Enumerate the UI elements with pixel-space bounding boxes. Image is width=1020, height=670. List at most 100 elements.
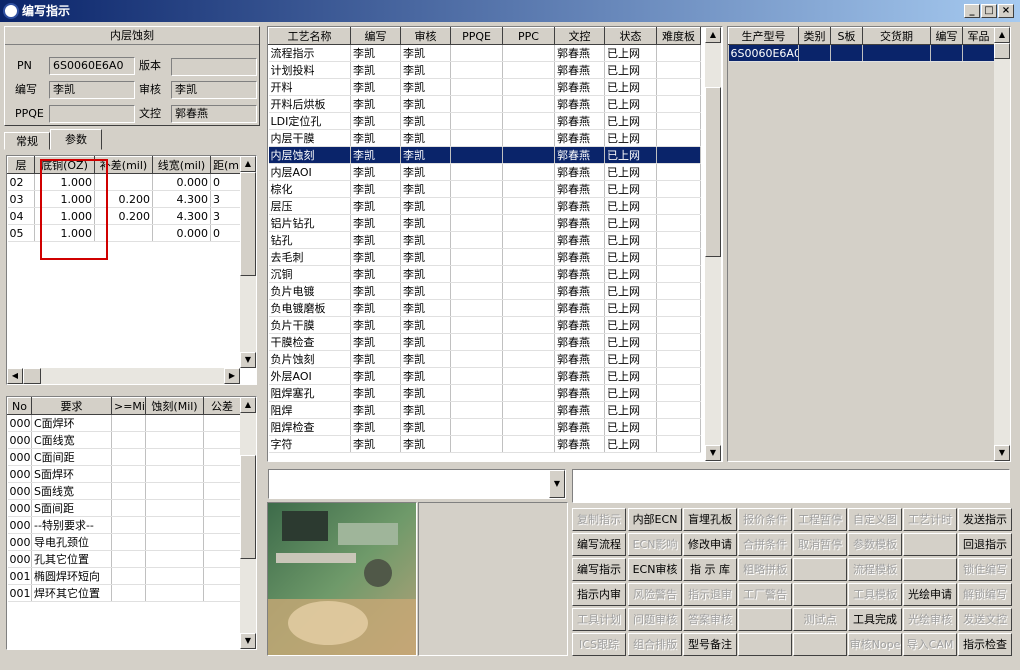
scroll-thumb[interactable] xyxy=(240,172,256,276)
scroll-up-button[interactable]: ▲ xyxy=(240,397,256,413)
process-row[interactable]: 开料 李凯 李凯 郭春燕 已上网 xyxy=(268,78,701,96)
process-row[interactable]: 外层AOI 李凯 李凯 郭春燕 已上网 xyxy=(268,367,701,385)
process-row[interactable]: 内层AOI 李凯 李凯 郭春燕 已上网 xyxy=(268,163,701,181)
requirement-row[interactable]: 000 C面线宽 xyxy=(7,431,241,449)
action-button[interactable]: 指示退审 xyxy=(683,583,737,606)
action-button[interactable]: 盲埋孔板 xyxy=(683,508,737,531)
prod-column-header[interactable]: 类别 xyxy=(798,27,831,45)
scroll-up-button[interactable]: ▲ xyxy=(240,156,256,172)
action-button[interactable]: 粗略拼板 xyxy=(738,558,792,581)
action-button[interactable]: 工程暂停 xyxy=(793,508,847,531)
production-vscroll[interactable]: ▲ ▼ xyxy=(994,27,1010,461)
process-row[interactable]: 负电镀磨板 李凯 李凯 郭春燕 已上网 xyxy=(268,299,701,317)
process-row[interactable]: 层压 李凯 李凯 郭春燕 已上网 xyxy=(268,197,701,215)
requirement-row[interactable]: 000 S面间距 xyxy=(7,499,241,517)
tab-parameters[interactable]: 参数 xyxy=(50,129,102,150)
process-row[interactable]: 开料后烘板 李凯 李凯 郭春燕 已上网 xyxy=(268,95,701,113)
param-vscroll[interactable]: ▲ ▼ xyxy=(240,156,256,368)
chevron-down-icon[interactable]: ▼ xyxy=(549,470,565,498)
action-button[interactable]: ECN影响 xyxy=(628,533,682,556)
action-button[interactable]: 工具完成 xyxy=(848,608,902,631)
action-button[interactable]: 锁住编写 xyxy=(958,558,1012,581)
action-button[interactable]: 回退指示 xyxy=(958,533,1012,556)
process-row[interactable]: LDI定位孔 李凯 李凯 郭春燕 已上网 xyxy=(268,112,701,130)
action-button[interactable]: 报价条件 xyxy=(738,508,792,531)
doc-control-field[interactable]: 郭春燕 xyxy=(171,105,257,123)
req-column-header[interactable]: 要求 xyxy=(31,397,112,415)
action-button[interactable]: 编写流程 xyxy=(572,533,626,556)
action-button[interactable]: 解锁编写 xyxy=(958,583,1012,606)
hscroll-thumb[interactable] xyxy=(23,368,41,384)
note-input[interactable] xyxy=(572,469,1010,503)
action-button[interactable]: 审核Nope xyxy=(848,633,902,656)
action-button[interactable]: 光绘申请 xyxy=(903,583,957,606)
proc-column-header[interactable]: 文控 xyxy=(554,27,605,45)
param-hscroll[interactable]: ◀ ▶ xyxy=(7,368,240,384)
action-button[interactable]: 修改申请 xyxy=(683,533,737,556)
scroll-thumb[interactable] xyxy=(705,87,721,257)
req-column-header[interactable]: 蚀刻(Mil) xyxy=(145,397,204,415)
ppqe-field[interactable] xyxy=(49,105,135,123)
action-button[interactable]: 导入CAM xyxy=(903,633,957,656)
close-button[interactable]: × xyxy=(998,4,1014,18)
requirement-row[interactable]: 000 --特别要求-- xyxy=(7,516,241,534)
action-button[interactable]: 组合排版 xyxy=(628,633,682,656)
process-row[interactable]: 干膜检查 李凯 李凯 郭春燕 已上网 xyxy=(268,333,701,351)
step-combo[interactable]: ▼ xyxy=(268,469,566,499)
version-field[interactable] xyxy=(171,58,257,76)
process-row[interactable]: 字符 李凯 李凯 郭春燕 已上网 xyxy=(268,435,701,453)
action-button[interactable]: 光绘审核 xyxy=(903,608,957,631)
requirement-row[interactable]: 000 孔其它位置 xyxy=(7,550,241,568)
scroll-left-button[interactable]: ◀ xyxy=(7,368,23,384)
process-vscroll[interactable]: ▲ ▼ xyxy=(705,27,721,461)
action-button[interactable]: 发送指示 xyxy=(958,508,1012,531)
scroll-thumb[interactable] xyxy=(994,43,1010,59)
process-row[interactable]: 阻焊 李凯 李凯 郭春燕 已上网 xyxy=(268,401,701,419)
prod-column-header[interactable]: 交货期 xyxy=(862,27,931,45)
proc-column-header[interactable]: 编写 xyxy=(350,27,401,45)
process-row[interactable]: 负片干膜 李凯 李凯 郭春燕 已上网 xyxy=(268,316,701,334)
action-button[interactable]: 指示内审 xyxy=(572,583,626,606)
action-button[interactable]: 合拼条件 xyxy=(738,533,792,556)
proc-column-header[interactable]: PPC xyxy=(502,27,555,45)
action-button[interactable]: 型号备注 xyxy=(683,633,737,656)
param-column-header[interactable]: 层 xyxy=(7,156,35,174)
action-button[interactable]: 发送文控 xyxy=(958,608,1012,631)
req-column-header[interactable]: >=Mil xyxy=(111,397,146,415)
prod-column-header[interactable]: 军品 xyxy=(962,27,995,45)
action-button[interactable]: 答案审核 xyxy=(683,608,737,631)
requirement-row[interactable]: 001 焊环其它位置 xyxy=(7,584,241,602)
action-button[interactable]: 指 示 库 xyxy=(683,558,737,581)
pn-field[interactable]: 6S0060E6A0 xyxy=(49,57,135,75)
action-button[interactable]: 内部ECN xyxy=(628,508,682,531)
process-row[interactable]: 棕化 李凯 李凯 郭春燕 已上网 xyxy=(268,180,701,198)
action-button[interactable]: 工具模板 xyxy=(848,583,902,606)
proc-column-header[interactable]: 审核 xyxy=(400,27,451,45)
process-row[interactable]: 钻孔 李凯 李凯 郭春燕 已上网 xyxy=(268,231,701,249)
maximize-button[interactable]: □ xyxy=(981,4,997,18)
action-button[interactable]: 参数模板 xyxy=(848,533,902,556)
process-row[interactable]: 阻焊检查 李凯 李凯 郭春燕 已上网 xyxy=(268,418,701,436)
req-column-header[interactable]: No xyxy=(7,397,32,415)
action-button[interactable]: 工厂警告 xyxy=(738,583,792,606)
requirement-row[interactable]: 000 C面间距 xyxy=(7,448,241,466)
action-button[interactable]: 工艺计时 xyxy=(903,508,957,531)
proc-column-header[interactable]: 工艺名称 xyxy=(268,27,351,45)
process-row[interactable]: 负片蚀刻 李凯 李凯 郭春燕 已上网 xyxy=(268,350,701,368)
process-row[interactable]: 内层干膜 李凯 李凯 郭春燕 已上网 xyxy=(268,129,701,147)
process-row[interactable]: 内层蚀刻 李凯 李凯 郭春燕 已上网 xyxy=(268,146,701,164)
action-button[interactable]: 测试点 xyxy=(793,608,847,631)
action-button[interactable]: 复制指示 xyxy=(572,508,626,531)
action-button[interactable]: ICS跟踪 xyxy=(572,633,626,656)
requirement-row[interactable]: 000 S面焊环 xyxy=(7,465,241,483)
proc-column-header[interactable]: PPQE xyxy=(450,27,503,45)
writer-field[interactable]: 李凯 xyxy=(49,81,135,99)
process-row[interactable]: 去毛刺 李凯 李凯 郭春燕 已上网 xyxy=(268,248,701,266)
production-row[interactable]: 6S0060E6A0 xyxy=(728,44,995,62)
scroll-down-button[interactable]: ▼ xyxy=(240,633,256,649)
scroll-right-button[interactable]: ▶ xyxy=(224,368,240,384)
action-button[interactable]: 工具计划 xyxy=(572,608,626,631)
action-button[interactable]: 风险警告 xyxy=(628,583,682,606)
process-row[interactable]: 流程指示 李凯 李凯 郭春燕 已上网 xyxy=(268,44,701,62)
scroll-down-button[interactable]: ▼ xyxy=(705,445,721,461)
